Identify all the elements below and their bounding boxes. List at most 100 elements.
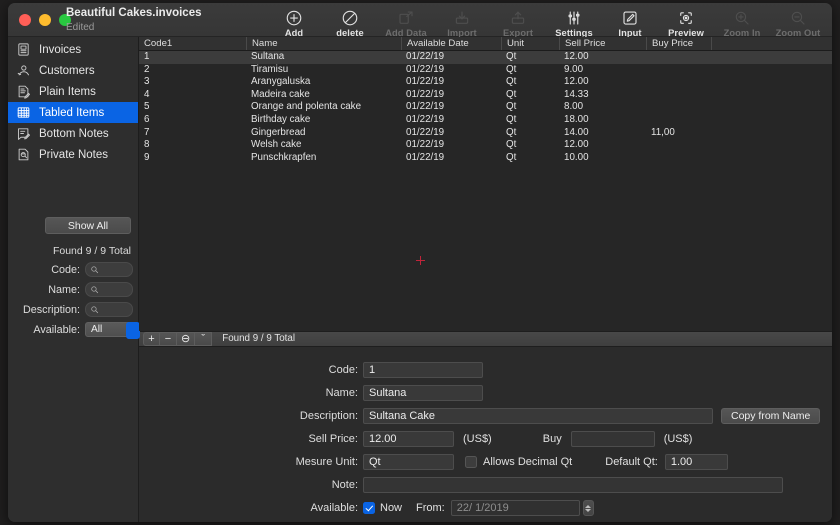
- table-cell-spacer: [711, 114, 832, 127]
- table-column-header[interactable]: [711, 37, 831, 50]
- content-pane: Code1 Name Available Date Unit Sell Price Buy…: [139, 37, 832, 522]
- form-row-description: Description: Sultana Cake Copy from Name: [139, 407, 832, 425]
- table-column-header[interactable]: Name: [246, 37, 401, 50]
- toolbar-input-button[interactable]: Input: [602, 5, 658, 38]
- document-title: Beautiful Cakes.invoices: [66, 7, 202, 19]
- toolbar-zoom-out-button: Zoom Out: [770, 5, 826, 38]
- available-from-input[interactable]: 22/ 1/2019: [450, 500, 580, 516]
- default-qt-input[interactable]: 1.00: [664, 454, 728, 470]
- filter-search-input-description[interactable]: [85, 302, 133, 317]
- table-row[interactable]: 5 Orange and polenta cake 01/22/19 Qt 8.00: [139, 101, 832, 114]
- remove-record-button[interactable]: −: [160, 331, 177, 346]
- table-cell-unit: Qt: [506, 151, 517, 163]
- table-cell-sell: 12.00: [564, 76, 589, 88]
- table-cell-spacer: [711, 127, 832, 140]
- sidebar-item-customers[interactable]: Customers: [8, 60, 138, 81]
- table-row[interactable]: 2 Tiramisu 01/22/19 Qt 9.00: [139, 64, 832, 77]
- toolbar-settings-button[interactable]: Settings: [546, 5, 602, 38]
- available-now-label: Now: [380, 502, 403, 514]
- add-record-button[interactable]: +: [143, 331, 160, 346]
- name-input[interactable]: Sultana: [363, 385, 483, 401]
- search-icon: [90, 281, 99, 299]
- sidebar-item-tabled-items[interactable]: Tabled Items: [8, 102, 138, 123]
- table-cell-buy: [646, 51, 711, 64]
- record-action-button[interactable]: ⊖: [177, 331, 196, 346]
- table-cell-spacer: [711, 64, 832, 77]
- sell-price-label: Sell Price:: [308, 433, 358, 445]
- table-cell-code: 7: [144, 126, 150, 138]
- show-all-button[interactable]: Show All: [45, 217, 131, 234]
- sidebar: Invoices Customers Plain Items Tabled Items…: [8, 37, 140, 522]
- table-cell-spacer: [711, 89, 832, 102]
- table-row[interactable]: 9 Punschkrapfen 01/22/19 Qt 10.00: [139, 152, 832, 165]
- filter-search-input-code[interactable]: [85, 262, 133, 277]
- filter-row-code: Code:: [8, 262, 138, 277]
- table-column-header[interactable]: Available Date: [401, 37, 501, 50]
- table-cell-unit: Qt: [506, 139, 517, 151]
- sell-price-input[interactable]: 12.00: [363, 431, 454, 447]
- note-label: Note:: [331, 479, 358, 491]
- close-button[interactable]: [19, 14, 31, 26]
- note-input[interactable]: [363, 477, 783, 493]
- table-column-header[interactable]: Code1: [139, 37, 246, 50]
- table-row[interactable]: 7 Gingerbread 01/22/19 Qt 14.00 11,00: [139, 127, 832, 140]
- zoom-in-icon: [714, 8, 770, 27]
- minimize-button[interactable]: [39, 14, 51, 26]
- copy-from-name-button[interactable]: Copy from Name: [721, 408, 821, 424]
- table-cell-unit: Qt: [506, 88, 517, 100]
- private-notes-icon: [15, 146, 32, 163]
- available-from-stepper[interactable]: [582, 500, 594, 516]
- allows-decimal-checkbox[interactable]: [465, 456, 477, 468]
- filter-search-input-name[interactable]: [85, 282, 133, 297]
- filter-label: Available:: [33, 323, 80, 336]
- buy-price-input[interactable]: [570, 431, 655, 447]
- grid-table-icon: [15, 104, 32, 121]
- table-row[interactable]: 8 Welsh cake 01/22/19 Qt 12.00: [139, 139, 832, 152]
- sidebar-item-plain-items[interactable]: Plain Items: [8, 81, 138, 102]
- table-body[interactable]: 1 Sultana 01/22/19 Qt 12.00 2 Tiramisu 01/22/19…: [139, 51, 832, 164]
- table-column-header[interactable]: Unit: [501, 37, 559, 50]
- form-row-available: Available: Now From: 22/ 1/2019: [139, 499, 832, 517]
- table-cell-date: 01/22/19: [406, 139, 445, 151]
- sidebar-item-label: Customers: [39, 64, 95, 77]
- record-toolbar: + − ⊖ ˇ Found 9 / 9 Total: [139, 330, 832, 347]
- sidebar-item-label: Tabled Items: [39, 106, 105, 119]
- description-input[interactable]: Sultana Cake: [363, 408, 713, 424]
- toolbar-delete-button[interactable]: delete: [322, 5, 378, 38]
- table-cell-buy: [646, 152, 711, 165]
- table-row[interactable]: 1 Sultana 01/22/19 Qt 12.00: [139, 51, 832, 64]
- filter-row-name: Name:: [8, 282, 138, 297]
- table-cell-buy: 11,00: [651, 126, 675, 138]
- toolbar-preview-button[interactable]: Preview: [658, 5, 714, 38]
- table-cell-buy: [646, 101, 711, 114]
- table-cell-code: 3: [144, 76, 150, 88]
- record-menu-button[interactable]: ˇ: [195, 331, 213, 346]
- window-body: Invoices Customers Plain Items Tabled Items…: [8, 37, 832, 522]
- table-cell-buy: [646, 139, 711, 152]
- code-input[interactable]: 1: [363, 362, 483, 378]
- toolbar-import-button: Import: [434, 5, 490, 38]
- measure-unit-input[interactable]: Qt: [363, 454, 454, 470]
- chevron-down-icon[interactable]: [126, 322, 140, 339]
- buy-price-currency: (US$): [663, 433, 693, 445]
- sidebar-found-count: Found 9 / 9 Total: [52, 245, 131, 257]
- available-now-checkbox[interactable]: [363, 502, 375, 514]
- sidebar-item-private-notes[interactable]: Private Notes: [8, 144, 138, 165]
- table-column-header[interactable]: Sell Price: [559, 37, 646, 50]
- table-cell-unit: Qt: [506, 126, 517, 138]
- table-cell-spacer: [711, 51, 832, 64]
- toolbar-add-button[interactable]: Add: [266, 5, 322, 38]
- table-row[interactable]: 6 Birthday cake 01/22/19 Qt 18.00: [139, 114, 832, 127]
- table-row[interactable]: 3 Aranygaluska 01/22/19 Qt 12.00: [139, 76, 832, 89]
- filter-label: Description:: [22, 303, 80, 316]
- sidebar-item-invoices[interactable]: Invoices: [8, 39, 138, 60]
- sidebar-item-bottom-notes[interactable]: Bottom Notes: [8, 123, 138, 144]
- table-row[interactable]: 4 Madeira cake 01/22/19 Qt 14.33: [139, 89, 832, 102]
- table-column-header[interactable]: Buy Price: [646, 37, 711, 50]
- records-table[interactable]: Code1 Name Available Date Unit Sell Price Buy…: [139, 37, 832, 331]
- table-cell-date: 01/22/19: [406, 126, 445, 138]
- filter-available-popup[interactable]: All: [85, 322, 140, 339]
- record-found-count: Found 9 / 9 Total: [222, 333, 296, 345]
- sliders-icon: [546, 8, 602, 27]
- table-cell-code: 5: [144, 101, 150, 113]
